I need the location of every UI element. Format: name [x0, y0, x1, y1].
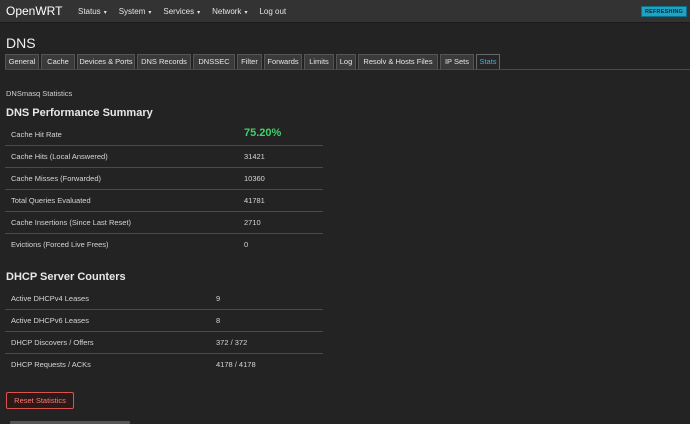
tab-dns-records[interactable]: DNS Records: [137, 54, 191, 69]
table-row: Cache Insertions (Since Last Reset) 2710: [5, 212, 323, 234]
tab-filter[interactable]: Filter: [237, 54, 262, 69]
cache-hit-rate-value: 75.20%: [244, 127, 282, 139]
stat-value: 4178 / 4178: [216, 360, 256, 369]
menu-services-label: Services: [163, 7, 195, 16]
table-row: Active DHCPv4 Leases 9: [5, 288, 323, 310]
table-row: DHCP Discovers / Offers 372 / 372: [5, 332, 323, 354]
brand-logo[interactable]: OpenWRT: [6, 4, 62, 18]
stat-value: 372 / 372: [216, 338, 248, 347]
top-navbar: OpenWRT Status ▾ System ▾ Services ▾ Networ…: [0, 0, 690, 23]
menu-logout-label: Log out: [259, 7, 287, 16]
stat-label: Cache Hit Rate: [11, 130, 62, 139]
tab-devices-ports[interactable]: Devices & Ports: [77, 54, 135, 69]
chevron-down-icon: ▾: [244, 10, 248, 16]
tab-log[interactable]: Log: [336, 54, 356, 69]
table-row: Active DHCPv6 Leases 8: [5, 310, 323, 332]
menu-status[interactable]: Status ▾: [78, 0, 107, 23]
stat-label: Cache Insertions (Since Last Reset): [11, 218, 132, 227]
tab-forwards[interactable]: Forwards: [264, 54, 302, 69]
reset-statistics-button[interactable]: Reset Statistics: [6, 392, 74, 409]
page-title: DNS: [6, 35, 36, 51]
stat-label: Cache Hits (Local Answered): [11, 152, 108, 161]
tab-general[interactable]: General: [5, 54, 39, 69]
tab-stats[interactable]: Stats: [476, 54, 500, 69]
chevron-down-icon: ▾: [148, 10, 152, 16]
table-row: Total Queries Evaluated 41781: [5, 190, 323, 212]
stat-value: 8: [216, 316, 221, 325]
menu-status-label: Status: [78, 7, 101, 16]
dns-summary-table: Cache Hit Rate 75.20% Cache Hits (Local …: [5, 124, 323, 256]
dhcp-counters-table: Active DHCPv4 Leases 9 Active DHCPv6 Lea…: [5, 288, 323, 376]
main-menu: Status ▾ System ▾ Services ▾ Network ▾ Log o…: [78, 0, 298, 23]
refreshing-badge[interactable]: REFRESHING: [640, 6, 687, 17]
table-row: Cache Misses (Forwarded) 10360: [5, 168, 323, 190]
tab-dnssec[interactable]: DNSSEC: [193, 54, 235, 69]
menu-services[interactable]: Services ▾: [163, 0, 200, 23]
stat-value: 2710: [244, 218, 261, 227]
table-row: DHCP Requests / ACKs 4178 / 4178: [5, 354, 323, 376]
tab-ip-sets[interactable]: IP Sets: [440, 54, 474, 69]
stat-value: 10360: [244, 174, 265, 183]
menu-logout[interactable]: Log out: [259, 0, 286, 23]
tab-resolv-hosts[interactable]: Resolv & Hosts Files: [358, 54, 438, 69]
tab-limits[interactable]: Limits: [304, 54, 334, 69]
chevron-down-icon: ▾: [197, 10, 201, 16]
chevron-down-icon: ▾: [103, 10, 107, 16]
dns-summary-heading: DNS Performance Summary: [6, 107, 153, 119]
stat-label: Active DHCPv4 Leases: [11, 294, 89, 303]
stat-value: 41781: [244, 196, 265, 205]
stat-value: 9: [216, 294, 221, 303]
menu-network-label: Network: [212, 7, 242, 16]
tab-cache[interactable]: Cache: [41, 54, 75, 69]
stat-value: 31421: [244, 152, 265, 161]
stat-label: Total Queries Evaluated: [11, 196, 91, 205]
stat-value: 0: [244, 240, 249, 249]
table-row: Cache Hits (Local Answered) 31421: [5, 146, 323, 168]
section-label: DNSmasq Statistics: [6, 89, 73, 98]
dhcp-counters-heading: DHCP Server Counters: [6, 271, 126, 283]
menu-system-label: System: [118, 7, 146, 16]
tab-bar: General Cache Devices & Ports DNS Record…: [5, 54, 690, 70]
stat-label: Cache Misses (Forwarded): [11, 174, 102, 183]
stat-label: Evictions (Forced Live Frees): [11, 240, 109, 249]
table-row: Evictions (Forced Live Frees) 0: [5, 234, 323, 256]
table-row: Cache Hit Rate 75.20%: [5, 124, 323, 146]
stat-label: Active DHCPv6 Leases: [11, 316, 89, 325]
stat-label: DHCP Requests / ACKs: [11, 360, 91, 369]
menu-network[interactable]: Network ▾: [212, 0, 247, 23]
stat-label: DHCP Discovers / Offers: [11, 338, 94, 347]
menu-system[interactable]: System ▾: [119, 0, 152, 23]
